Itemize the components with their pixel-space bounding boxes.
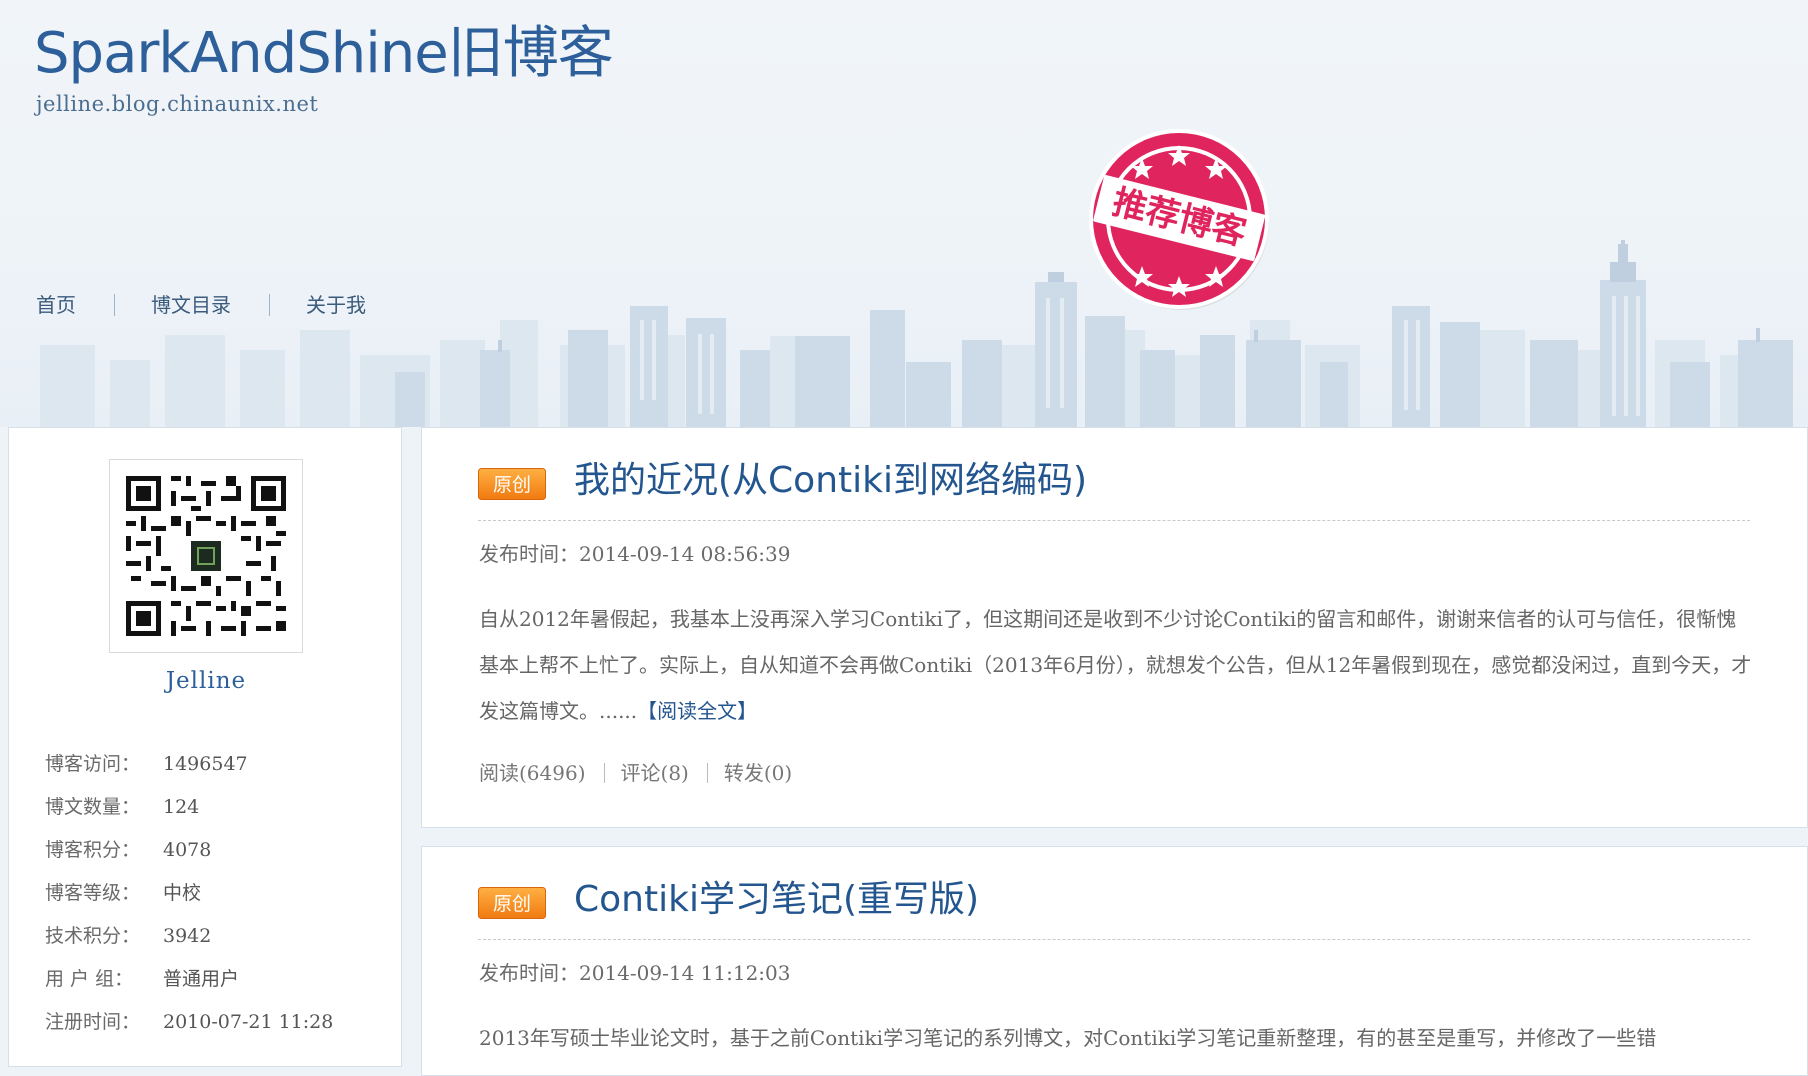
blog-url: jelline.blog.chinaunix.net — [36, 92, 319, 116]
stat-register-time: 注册时间： 2010-07-21 11:28 — [45, 1001, 333, 1044]
nav-articles[interactable]: 博文目录 — [151, 290, 231, 320]
stat-value: 普通用户 — [163, 968, 240, 990]
post-excerpt: 自从2012年暑假起，我基本上没再深入学习Contiki了，但这期间还是收到不少… — [479, 596, 1753, 734]
meta-divider — [603, 763, 605, 783]
shares-link[interactable]: 转发(0) — [724, 758, 792, 788]
stat-label: 用 户 组： — [45, 968, 134, 990]
badge-text: 原创 — [493, 474, 531, 496]
nav-divider — [114, 294, 115, 316]
main-nav: 首页 博文目录 关于我 — [36, 290, 366, 320]
post-card: 原创 Contiki学习笔记(重写版) 发布时间：2014-09-14 11:1… — [421, 846, 1808, 1076]
recommended-blog-stamp: 推荐博客 — [1089, 129, 1269, 310]
post-card: 原创 我的近况(从Contiki到网络编码) 发布时间：2014-09-14 0… — [421, 427, 1808, 828]
stat-label: 博客积分： — [45, 839, 141, 861]
blog-stats-list: 博客访问： 1496547 博文数量： 124 博客积分： 4078 博客等级： 中校 … — [45, 743, 333, 1044]
read-more-link[interactable]: 【阅读全文】 — [637, 699, 757, 723]
meta-divider — [706, 763, 708, 783]
stat-post-count: 博文数量： 124 — [45, 786, 333, 829]
stat-blog-level: 博客等级： 中校 — [45, 872, 333, 915]
title-divider — [478, 939, 1750, 940]
title-divider — [478, 520, 1750, 521]
profile-sidebar: Jelline 博客访问： 1496547 博文数量： 124 博客积分： 4078 … — [8, 427, 402, 1067]
qr-code — [109, 459, 303, 653]
stat-visits: 博客访问： 1496547 — [45, 743, 333, 786]
stat-label: 注册时间： — [45, 1011, 141, 1033]
stat-value: 3942 — [163, 925, 212, 947]
stat-label: 博文数量： — [45, 796, 141, 818]
blog-title[interactable]: SparkAndShine旧博客 — [34, 14, 614, 94]
stat-label: 技术积分： — [45, 925, 141, 947]
reads-count[interactable]: 阅读(6496) — [479, 758, 586, 788]
nav-about[interactable]: 关于我 — [306, 290, 366, 320]
stat-value: 124 — [163, 796, 200, 818]
post-date: 发布时间：2014-09-14 11:12:03 — [479, 961, 791, 985]
stat-user-group: 用 户 组： 普通用户 — [45, 958, 333, 1001]
post-title[interactable]: 我的近况(从Contiki到网络编码) — [574, 454, 1087, 508]
nav-divider — [269, 294, 270, 316]
author-name[interactable]: Jelline — [9, 665, 403, 697]
stat-tech-points: 技术积分： 3942 — [45, 915, 333, 958]
nav-home[interactable]: 首页 — [36, 290, 76, 320]
comments-link[interactable]: 评论(8) — [621, 758, 689, 788]
stat-label: 博客访问： — [45, 753, 141, 775]
qr-code-icon — [126, 476, 286, 636]
stat-label: 博客等级： — [45, 882, 141, 904]
badge-text: 原创 — [493, 893, 531, 915]
stat-value: 中校 — [163, 882, 202, 904]
post-meta: 阅读(6496) 评论(8) 转发(0) — [479, 758, 792, 788]
excerpt-text: 2013年写硕士毕业论文时，基于之前Contiki学习笔记的系列博文，对Cont… — [479, 1026, 1657, 1050]
original-badge: 原创 — [478, 887, 546, 919]
post-title[interactable]: Contiki学习笔记(重写版) — [574, 873, 979, 927]
post-date: 发布时间：2014-09-14 08:56:39 — [479, 542, 791, 566]
stat-value: 1496547 — [163, 753, 248, 775]
stat-value: 4078 — [163, 839, 212, 861]
stat-value: 2010-07-21 11:28 — [163, 1011, 334, 1033]
post-excerpt: 2013年写硕士毕业论文时，基于之前Contiki学习笔记的系列博文，对Cont… — [479, 1015, 1753, 1061]
stat-blog-points: 博客积分： 4078 — [45, 829, 333, 872]
original-badge: 原创 — [478, 468, 546, 500]
blog-header: SparkAndShine旧博客 jelline.blog.chinaunix.… — [0, 0, 1808, 427]
